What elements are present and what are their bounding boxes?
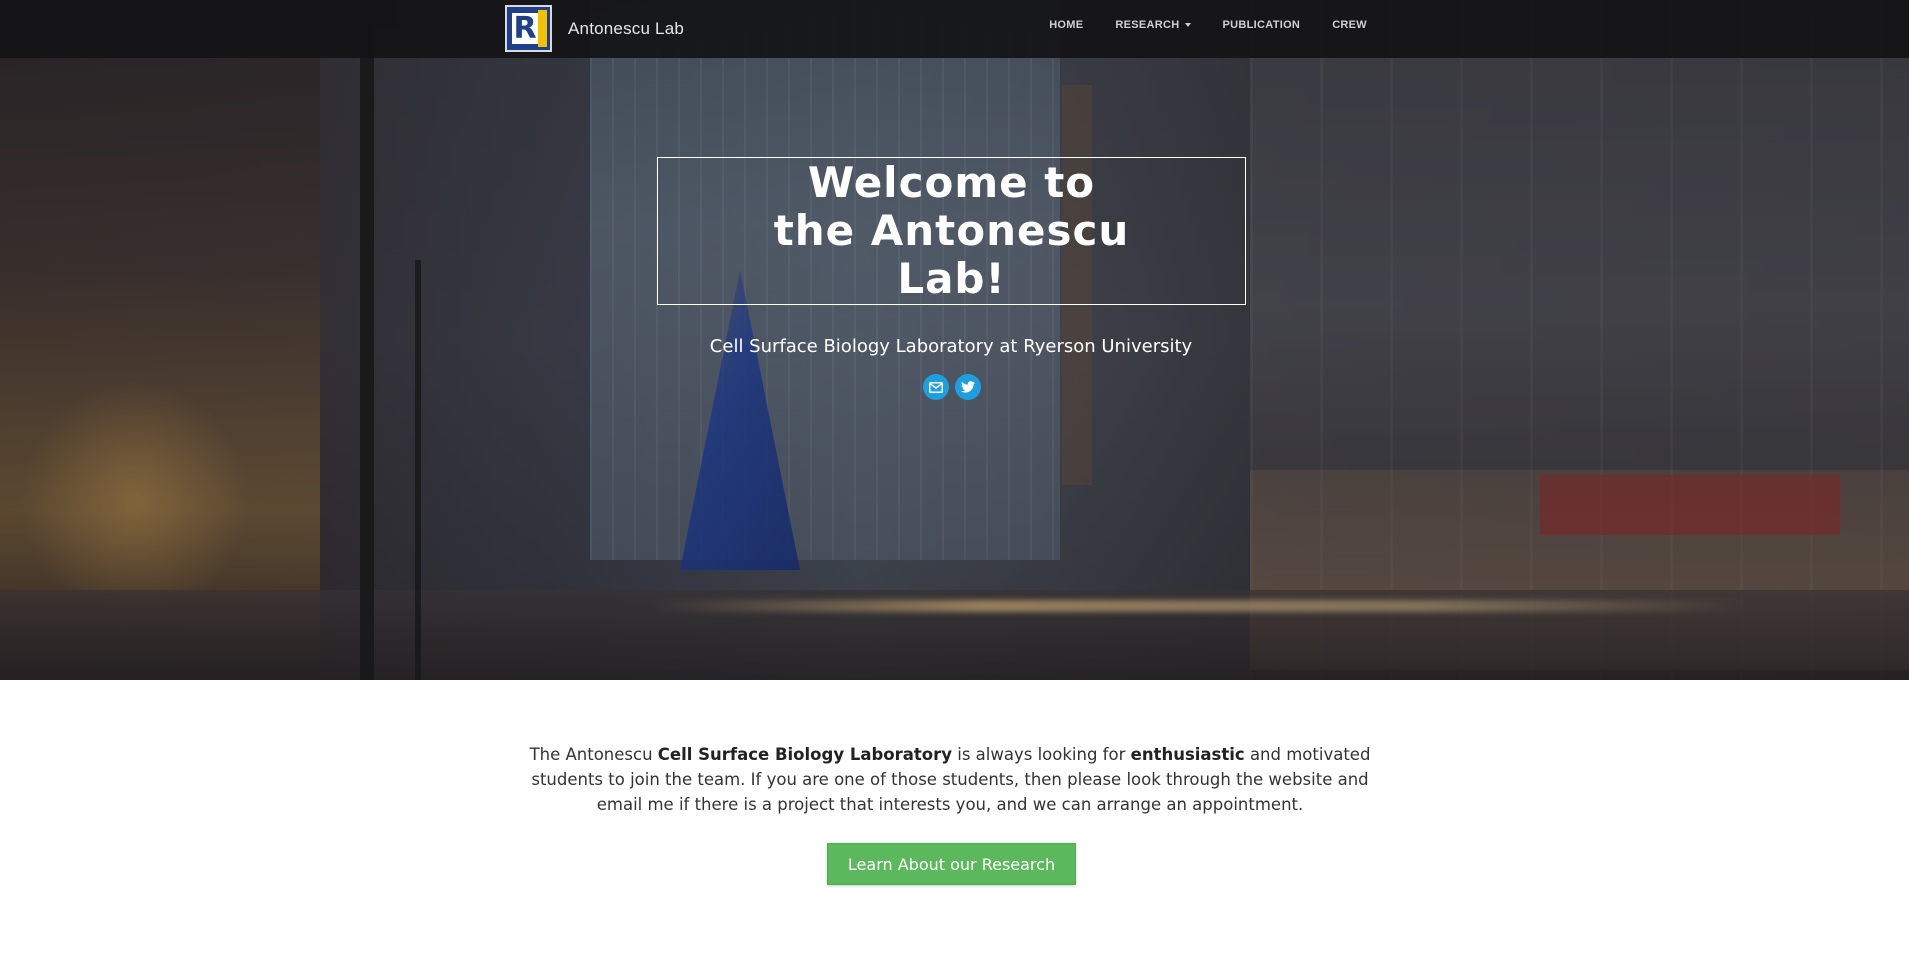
nav-menu: HOME RESEARCH PUBLICATION CREW [1033,0,1383,50]
social-links [923,374,981,400]
nav-link-home-label: HOME [1049,19,1084,31]
nav-link-publication-label: PUBLICATION [1222,19,1301,31]
nav-link-crew[interactable]: CREW [1316,19,1383,31]
learn-research-button[interactable]: Learn About our Research [827,843,1076,885]
hero-section: Welcome to the Antonescu Lab! Cell Surfa… [0,0,1909,680]
logo-letter: R [512,11,538,46]
nav-link-crew-label: CREW [1332,19,1367,31]
top-navbar: R Antonescu Lab HOME RESEARCH PUBLICATIO… [0,0,1909,58]
intro-bold-lab-name: Cell Surface Biology Laboratory [657,745,953,764]
university-logo: R [505,5,552,52]
hero-title: Welcome to the Antonescu Lab! [773,158,1130,303]
brand-link[interactable]: R Antonescu Lab [505,5,684,52]
intro-bold-enthusiastic: enthusiastic [1130,745,1245,764]
nav-link-research[interactable]: RESEARCH [1099,19,1206,31]
learn-research-button-label: Learn About our Research [847,854,1056,874]
hero-subtitle: Cell Surface Biology Laboratory at Ryers… [709,336,1193,357]
twitter-button[interactable] [955,374,981,400]
intro-text-2: is always looking for [952,745,1131,764]
nav-link-publication[interactable]: PUBLICATION [1207,19,1317,31]
brand-name: Antonescu Lab [568,18,685,38]
hero-title-box: Welcome to the Antonescu Lab! [657,157,1246,305]
email-button[interactable] [923,374,949,400]
twitter-icon [961,381,975,393]
intro-text-1: The Antonescu [529,745,658,764]
intro-paragraph: The Antonescu Cell Surface Biology Labor… [515,742,1385,817]
nav-link-research-label: RESEARCH [1115,19,1180,31]
caret-down-icon [1184,23,1191,27]
logo-yellow-bar [538,10,547,47]
envelope-icon [929,381,943,393]
nav-link-home[interactable]: HOME [1033,19,1099,31]
